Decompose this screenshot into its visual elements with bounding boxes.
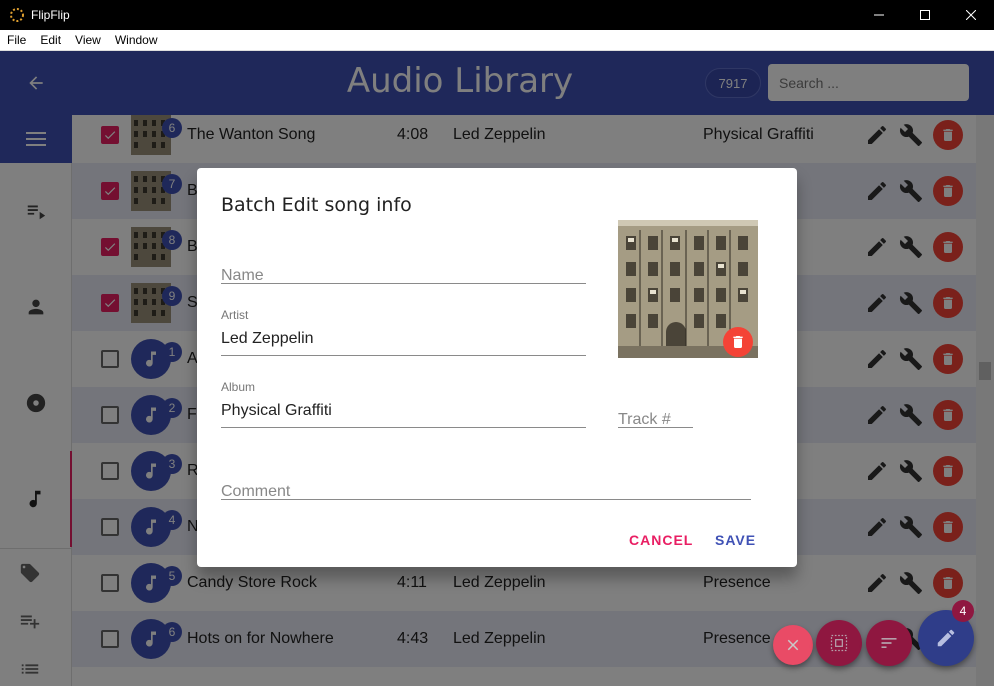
name-field[interactable]: Name (221, 250, 586, 284)
artist-field[interactable]: Artist Led Zeppelin (221, 308, 586, 356)
comment-underline (221, 499, 751, 500)
remove-art-button[interactable] (723, 327, 753, 357)
selected-count-badge: 4 (952, 600, 974, 622)
minimize-icon (874, 14, 884, 16)
batch-edit-dialog: Batch Edit song info Name Artist Led Zep… (197, 168, 797, 567)
close-icon (787, 639, 799, 651)
trash-icon (733, 336, 743, 348)
select-all-icon (830, 634, 848, 652)
name-underline (221, 283, 586, 284)
dialog-title: Batch Edit song info (221, 194, 412, 216)
maximize-icon (920, 10, 930, 20)
sort-icon (881, 638, 897, 648)
maximize-button[interactable] (902, 0, 948, 30)
window-titlebar: FlipFlip (0, 0, 994, 30)
close-icon (966, 10, 976, 20)
track-field[interactable]: Track # (618, 394, 693, 428)
sort-button[interactable] (866, 620, 912, 666)
select-all-button[interactable] (816, 620, 862, 666)
save-button[interactable]: SAVE (715, 532, 756, 548)
edit-icon (937, 629, 955, 647)
album-underline (221, 427, 586, 428)
artist-label: Artist (221, 308, 249, 322)
clear-selection-button[interactable] (773, 625, 813, 665)
album-value: Physical Graffiti (221, 402, 332, 419)
flipflip-logo-icon (10, 8, 24, 22)
minimize-button[interactable] (856, 0, 902, 30)
menu-window[interactable]: Window (108, 33, 165, 47)
artist-value: Led Zeppelin (221, 330, 314, 347)
cancel-button[interactable]: CANCEL (629, 532, 693, 548)
menu-file[interactable]: File (0, 33, 33, 47)
menu-view[interactable]: View (68, 33, 108, 47)
comment-field[interactable]: Comment (221, 466, 751, 500)
window-title: FlipFlip (31, 8, 70, 22)
menu-bar: File Edit View Window (0, 30, 994, 51)
track-underline (618, 427, 693, 428)
menu-edit[interactable]: Edit (33, 33, 68, 47)
artist-underline (221, 355, 586, 356)
album-field[interactable]: Album Physical Graffiti (221, 380, 586, 428)
close-window-button[interactable] (948, 0, 994, 30)
album-label: Album (221, 380, 256, 394)
